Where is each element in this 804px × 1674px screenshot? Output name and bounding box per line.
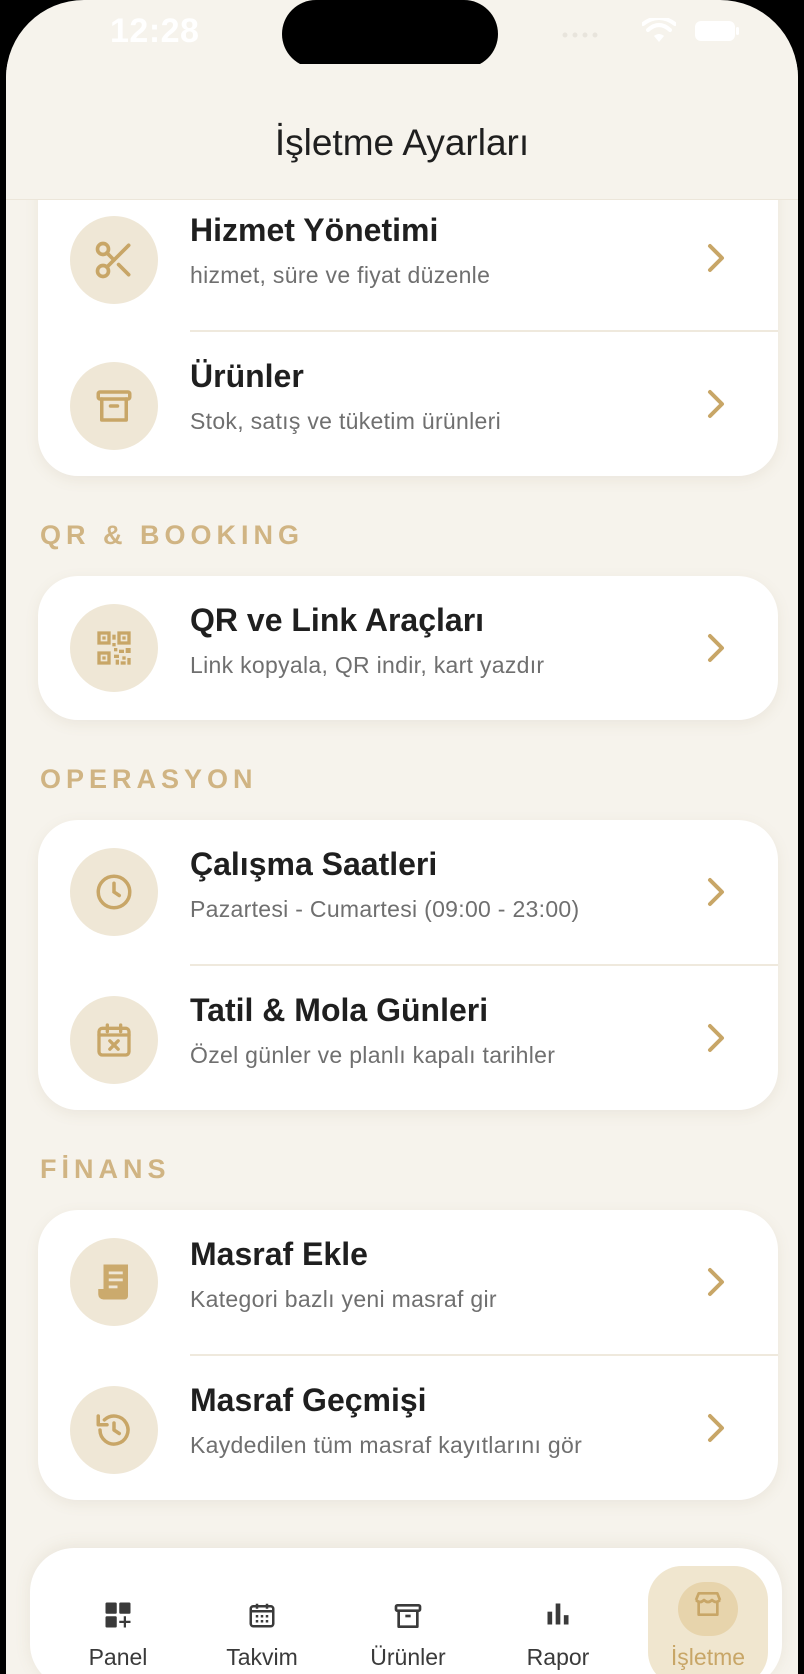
row-title: Masraf Geçmişi (190, 1382, 427, 1418)
icon-circle (70, 362, 158, 450)
tab-calendar[interactable]: Takvim (192, 1548, 332, 1674)
chevron-right-icon (708, 244, 724, 272)
tab-business[interactable]: İşletme (646, 1548, 770, 1674)
chevron-right-icon (708, 390, 724, 418)
icon-circle (70, 996, 158, 1084)
settings-row-add-expense[interactable]: Masraf Ekle Kategori bazlı yeni masraf g… (38, 1210, 778, 1356)
chevron-right-icon (708, 1268, 724, 1296)
calendar-x-icon (97, 1023, 131, 1057)
qr-code-icon (97, 631, 131, 665)
tab-report[interactable]: Rapor (488, 1548, 628, 1674)
settings-card-qr-booking: QR ve Link Araçları Link kopyala, QR ind… (38, 576, 778, 720)
settings-row-service-management[interactable]: Hizmet Yönetimi hizmet, süre ve fiyat dü… (38, 186, 778, 332)
settings-row-products[interactable]: Ürünler Stok, satış ve tüketim ürünleri (38, 332, 778, 478)
icon-circle (70, 1386, 158, 1474)
chevron-right-icon (708, 1024, 724, 1052)
row-subtitle: Kategori bazlı yeni masraf gir (190, 1286, 497, 1312)
cellular-signal-icon (562, 32, 598, 38)
battery-icon (694, 19, 740, 43)
row-subtitle: hizmet, süre ve fiyat düzenle (190, 262, 491, 288)
row-subtitle: Kaydedilen tüm masraf kayıtlarını gör (190, 1432, 583, 1458)
chevron-right-icon (708, 634, 724, 662)
icon-circle (70, 848, 158, 936)
icon-circle (70, 1238, 158, 1326)
tab-panel[interactable]: Panel (48, 1548, 188, 1674)
dynamic-island (282, 0, 498, 68)
tab-label: Ürünler (370, 1644, 446, 1670)
row-title: Ürünler (190, 358, 304, 394)
calendar-icon (249, 1603, 275, 1628)
tab-label: Takvim (226, 1644, 298, 1670)
page-title: İşletme Ayarları (274, 122, 530, 163)
scissors-icon (95, 241, 131, 279)
settings-row-holidays-breaks[interactable]: Tatil & Mola Günleri Özel günler ve plan… (38, 966, 778, 1112)
status-bar: 12:28 (6, 0, 798, 68)
row-title: QR ve Link Araçları (190, 602, 485, 638)
settings-row-qr-link-tools[interactable]: QR ve Link Araçları Link kopyala, QR ind… (38, 576, 778, 722)
row-title: Masraf Ekle (190, 1236, 368, 1272)
bottom-tab-bar: Panel Takvim Ürünler Rapor İşletme (30, 1548, 782, 1674)
store-icon (694, 1592, 722, 1616)
section-label-operations: OPERASYON (40, 764, 258, 794)
status-time: 12:28 (110, 12, 200, 50)
wifi-icon (642, 18, 676, 44)
archive-box-icon (96, 390, 132, 422)
settings-card-finance: Masraf Ekle Kategori bazlı yeni masraf g… (38, 1210, 778, 1500)
tab-label: Rapor (526, 1644, 590, 1670)
tab-label: Panel (88, 1644, 148, 1670)
icon-circle (70, 216, 158, 304)
dashboard-plus-icon (105, 1602, 131, 1628)
settings-card-general: Hizmet Yönetimi hizmet, süre ve fiyat dü… (38, 176, 778, 476)
receipt-icon (98, 1264, 128, 1300)
navigation-header: İşletme Ayarları (6, 64, 798, 200)
settings-card-operations: Çalışma Saatleri Pazartesi - Cumartesi (… (38, 820, 778, 1110)
row-title: Çalışma Saatleri (190, 846, 438, 882)
tab-products[interactable]: Ürünler (338, 1548, 478, 1674)
history-icon (96, 1414, 130, 1446)
phone-screen: 12:28 İşletme Ayarları Hizmet Yönetimi h… (6, 0, 798, 1674)
row-subtitle: Link kopyala, QR indir, kart yazdır (190, 652, 545, 678)
settings-row-working-hours[interactable]: Çalışma Saatleri Pazartesi - Cumartesi (… (38, 820, 778, 966)
chevron-right-icon (708, 1414, 724, 1442)
tab-label: İşletme (670, 1644, 746, 1670)
row-subtitle: Stok, satış ve tüketim ürünleri (190, 408, 501, 434)
bar-chart-icon (547, 1603, 569, 1625)
chevron-right-icon (708, 878, 724, 906)
settings-row-expense-history[interactable]: Masraf Geçmişi Kaydedilen tüm masraf kay… (38, 1356, 778, 1502)
row-title: Hizmet Yönetimi (190, 212, 439, 248)
row-title: Tatil & Mola Günleri (190, 992, 489, 1028)
icon-circle (70, 604, 158, 692)
section-label-finance: FİNANS (40, 1154, 171, 1184)
row-subtitle: Özel günler ve planlı kapalı tarihler (190, 1042, 556, 1068)
row-subtitle: Pazartesi - Cumartesi (09:00 - 23:00) (190, 896, 580, 922)
clock-icon (96, 874, 132, 910)
section-label-qr-booking: QR & BOOKING (40, 520, 305, 550)
archive-box-icon (394, 1604, 422, 1628)
